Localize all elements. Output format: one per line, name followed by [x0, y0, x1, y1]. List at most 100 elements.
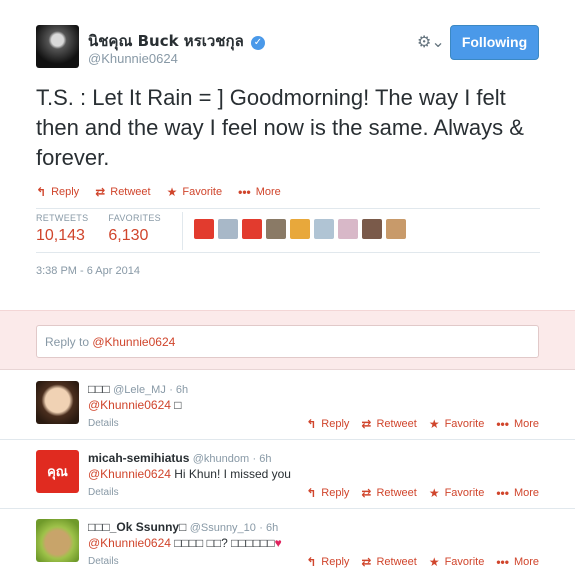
reply-label: Reply: [321, 487, 350, 499]
favoriter-avatar[interactable]: [242, 219, 262, 239]
reply-mention[interactable]: @Khunnie0624: [88, 398, 171, 412]
favoriter-avatar[interactable]: [386, 219, 406, 239]
reply-icon: ↰: [306, 486, 317, 500]
details-link[interactable]: Details: [88, 556, 119, 567]
more-button[interactable]: ••• More: [496, 486, 539, 500]
favoriter-avatar[interactable]: [218, 219, 238, 239]
more-label: More: [513, 556, 539, 568]
reply-mention: @Khunnie0624: [92, 335, 176, 349]
divider: [36, 208, 540, 209]
retweet-label: Retweet: [376, 556, 417, 568]
retweet-button[interactable]: ⇄ Retweet: [361, 555, 416, 569]
reply-author-username: @Lele_MJ: [113, 384, 166, 396]
favorite-button[interactable]: ★ Favorite: [429, 555, 485, 569]
reply-input[interactable]: Reply to @Khunnie0624: [36, 325, 539, 358]
reply-label: Reply: [51, 186, 80, 198]
favorite-label: Favorite: [444, 487, 485, 499]
reply-text: @Khunnie0624 □: [88, 398, 182, 412]
gear-icon[interactable]: ⚙⌄: [417, 32, 445, 52]
favoriter-avatar[interactable]: [362, 219, 382, 239]
retweet-button[interactable]: ⇄ Retweet: [361, 417, 416, 431]
star-icon: ★: [428, 417, 440, 431]
favorite-label: Favorite: [444, 556, 485, 568]
favorites-count: 6,130: [108, 227, 149, 244]
favorite-label: Favorite: [182, 186, 223, 198]
reply-prefix: Reply to: [45, 335, 90, 349]
avatar[interactable]: [36, 25, 79, 68]
retweet-button[interactable]: ⇄ Retweet: [95, 185, 150, 199]
more-label: More: [513, 418, 539, 430]
reply-tweet: คุณ micah-semihiatus @khundom · 6h @Khun…: [0, 440, 575, 509]
more-button[interactable]: ••• More: [496, 417, 539, 431]
tweet-actions: ↰ Reply ⇄ Retweet ★ Favorite ••• More: [36, 185, 297, 199]
more-icon: •••: [238, 185, 251, 199]
reply-body: Hi Khun! I missed you: [174, 467, 291, 481]
avatar[interactable]: [36, 381, 79, 424]
retweet-label: Retweet: [376, 418, 417, 430]
retweet-label: Retweet: [110, 186, 151, 198]
tweet-text: T.S. : Let It Rain = ] Goodmorning! The …: [36, 85, 524, 170]
main-tweet: นิชคุณ Buck หรเวชกุล ✓ @Khunnie0624 ⚙⌄ F…: [0, 0, 575, 310]
reply-author-name: micah-semihiatus: [88, 451, 190, 465]
reply-time: · 6h: [169, 384, 189, 396]
reply-button[interactable]: ↰ Reply: [306, 555, 349, 569]
reply-tweet: □□□ @Lele_MJ · 6h @Khunnie0624 □ Details…: [0, 371, 575, 440]
reply-icon: ↰: [36, 185, 47, 199]
reply-author[interactable]: □□□ @Lele_MJ · 6h: [88, 382, 188, 396]
reply-author-username: @Ssunny_10: [189, 522, 256, 534]
reply-author-name: □□□: [88, 382, 110, 396]
reply-area: Reply to @Khunnie0624: [0, 310, 575, 370]
reply-author-username: @khundom: [192, 453, 250, 465]
favoriter-avatar[interactable]: [290, 219, 310, 239]
retweet-button[interactable]: ⇄ Retweet: [361, 486, 416, 500]
reply-author[interactable]: □□□_Ok Ssunny□ @Ssunny_10 · 6h: [88, 520, 278, 534]
favoriter-avatar[interactable]: [314, 219, 334, 239]
retweet-icon: ⇄: [361, 486, 372, 500]
retweets-count: 10,143: [36, 227, 85, 244]
tweet-stats: RETWEETS 10,143 FAVORITES 6,130: [36, 213, 181, 249]
favorite-button[interactable]: ★ Favorite: [429, 417, 485, 431]
details-link[interactable]: Details: [88, 487, 119, 498]
reply-button[interactable]: ↰ Reply: [36, 185, 79, 199]
favoriter-avatar[interactable]: [338, 219, 358, 239]
favorites-label: FAVORITES: [108, 213, 161, 223]
favorite-label: Favorite: [444, 418, 485, 430]
more-button[interactable]: ••• More: [496, 555, 539, 569]
reply-actions: ↰ Reply ⇄ Retweet ★ Favorite ••• More: [294, 555, 539, 569]
divider: [36, 252, 540, 253]
reply-time: · 6h: [252, 453, 272, 465]
more-button[interactable]: ••• More: [238, 185, 281, 199]
stats-separator: [182, 212, 183, 250]
avatar[interactable]: คุณ: [36, 450, 79, 493]
favoriter-avatar[interactable]: [266, 219, 286, 239]
more-icon: •••: [496, 417, 509, 431]
more-icon: •••: [496, 486, 509, 500]
heart-icon: ♥: [274, 536, 282, 550]
favoriter-avatar[interactable]: [194, 219, 214, 239]
details-link[interactable]: Details: [88, 418, 119, 429]
following-button[interactable]: Following: [450, 25, 539, 60]
retweets-stat[interactable]: RETWEETS 10,143: [36, 213, 88, 249]
retweet-icon: ⇄: [361, 417, 372, 431]
reply-text: @Khunnie0624 Hi Khun! I missed you: [88, 467, 291, 481]
tweet-author-username[interactable]: @Khunnie0624: [88, 51, 178, 66]
tweet-author-name[interactable]: นิชคุณ Buck หรเวชกุล ✓: [88, 29, 265, 53]
fullname-text[interactable]: นิชคุณ Buck หรเวชกุล: [88, 32, 244, 50]
reply-author[interactable]: micah-semihiatus @khundom · 6h: [88, 451, 271, 465]
reply-icon: ↰: [306, 555, 317, 569]
favorite-button[interactable]: ★ Favorite: [167, 185, 223, 199]
reply-body: □□□□ □□? □□□□□□: [174, 536, 275, 550]
favorite-button[interactable]: ★ Favorite: [429, 486, 485, 500]
reply-actions: ↰ Reply ⇄ Retweet ★ Favorite ••• More: [294, 417, 539, 431]
reply-button[interactable]: ↰ Reply: [306, 417, 349, 431]
reply-button[interactable]: ↰ Reply: [306, 486, 349, 500]
star-icon: ★: [166, 185, 178, 199]
star-icon: ★: [428, 555, 440, 569]
reply-mention[interactable]: @Khunnie0624: [88, 467, 171, 481]
avatar[interactable]: [36, 519, 79, 562]
reply-mention[interactable]: @Khunnie0624: [88, 536, 171, 550]
tweet-timestamp[interactable]: 3:38 PM - 6 Apr 2014: [36, 265, 140, 277]
favorites-stat[interactable]: FAVORITES 6,130: [108, 213, 161, 249]
reply-time: · 6h: [259, 522, 279, 534]
favoriter-avatars: [194, 219, 406, 239]
